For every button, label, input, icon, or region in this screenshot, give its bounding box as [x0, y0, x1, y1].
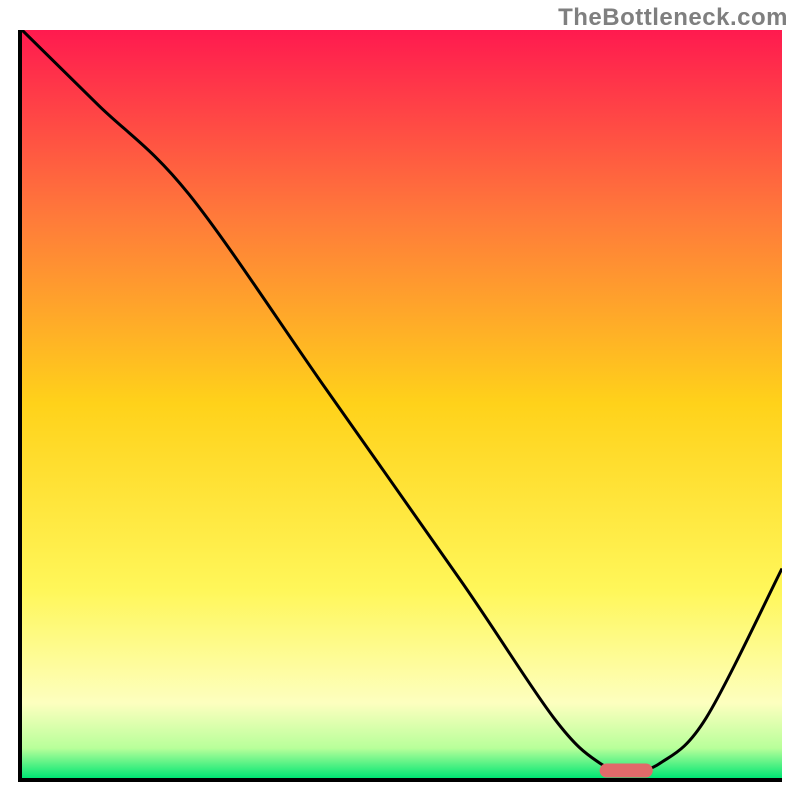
chart-background — [22, 30, 782, 778]
chart-canvas: TheBottleneck.com — [0, 0, 800, 800]
watermark-text: TheBottleneck.com — [558, 4, 788, 32]
plot-frame — [18, 30, 782, 782]
optimal-range-marker — [600, 764, 653, 778]
plot-svg — [22, 30, 782, 778]
